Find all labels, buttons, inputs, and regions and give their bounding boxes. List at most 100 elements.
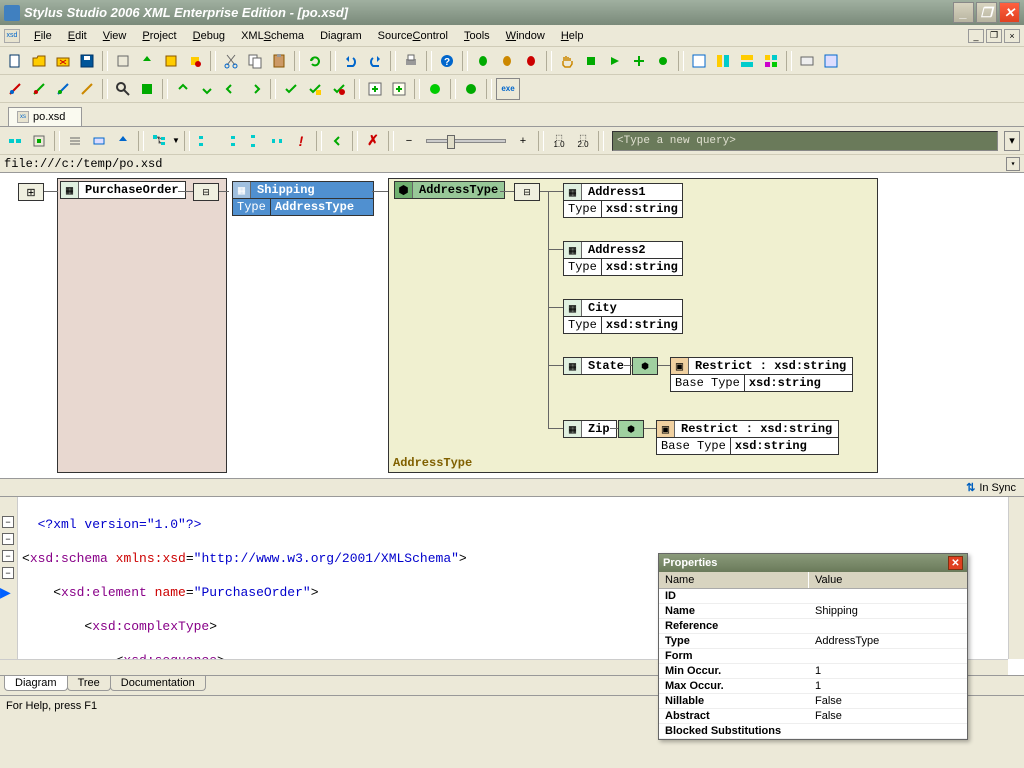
path-dropdown[interactable]: ▾ [1006, 157, 1020, 171]
ct-sequence-compositor[interactable]: ⊟ [514, 183, 540, 201]
fold-minus-icon[interactable]: − [2, 533, 14, 545]
st-f[interactable] [172, 78, 194, 100]
save-button[interactable] [76, 50, 98, 72]
win-f[interactable] [820, 50, 842, 72]
doc-tab-poxsd[interactable]: xs po.xsd [8, 107, 82, 126]
st-e[interactable] [136, 78, 158, 100]
run-a[interactable] [424, 78, 446, 100]
property-row[interactable]: Blocked Substitutions [659, 724, 967, 739]
win-e[interactable] [796, 50, 818, 72]
node-state-restrict[interactable]: ▣Restrict : xsd:string [670, 357, 853, 375]
sc-exclaim[interactable]: ! [290, 130, 312, 152]
win-b[interactable] [712, 50, 734, 72]
win-d[interactable] [760, 50, 782, 72]
menu-debug[interactable]: Debug [185, 28, 233, 44]
zip-type-icon[interactable]: ⬢ [618, 420, 644, 438]
sc-h[interactable] [218, 130, 240, 152]
property-row[interactable]: Min Occur.1 [659, 664, 967, 679]
fold-minus-icon[interactable]: − [2, 550, 14, 562]
menu-help[interactable]: Help [553, 28, 592, 44]
node-address2[interactable]: ▦Address2 [563, 241, 683, 259]
undo-button[interactable] [340, 50, 362, 72]
st-b[interactable] [28, 78, 50, 100]
menu-view[interactable]: View [95, 28, 135, 44]
menu-window[interactable]: Window [498, 28, 553, 44]
node-state[interactable]: ▦State [563, 357, 631, 375]
zoom-in[interactable]: + [512, 130, 534, 152]
sc-f[interactable] [148, 130, 170, 152]
open-button[interactable] [28, 50, 50, 72]
plus-b[interactable] [388, 78, 410, 100]
node-address1[interactable]: ▦Address1 [563, 183, 683, 201]
print-button[interactable] [400, 50, 422, 72]
diagram-area[interactable]: ⊞ ▦ PurchaseOrder ⊟ ▦ Shipping Type Addr… [0, 173, 1024, 479]
zoom-slider[interactable] [426, 139, 506, 143]
mdi-restore[interactable]: ❐ [986, 29, 1002, 43]
property-row[interactable]: TypeAddressType [659, 634, 967, 649]
mdi-close[interactable]: × [1004, 29, 1020, 43]
property-row[interactable]: NillableFalse [659, 694, 967, 709]
tab-tree[interactable]: Tree [67, 676, 111, 691]
sc-g[interactable] [194, 130, 216, 152]
hand-button[interactable] [556, 50, 578, 72]
fold-minus-icon[interactable]: − [2, 516, 14, 528]
redo-button[interactable] [364, 50, 386, 72]
sc-prev[interactable] [326, 130, 348, 152]
sc-c[interactable] [64, 130, 86, 152]
state-type-icon[interactable]: ⬢ [632, 357, 658, 375]
sc-j[interactable] [266, 130, 288, 152]
properties-titlebar[interactable]: Properties ✕ [659, 554, 967, 572]
close-button[interactable]: ✕ [999, 2, 1020, 23]
properties-close-button[interactable]: ✕ [948, 556, 963, 570]
win-a[interactable] [688, 50, 710, 72]
st-c[interactable] [52, 78, 74, 100]
copy-button[interactable] [244, 50, 266, 72]
menu-xmlschema[interactable]: XMLSchema [233, 28, 312, 44]
property-row[interactable]: AbstractFalse [659, 709, 967, 724]
check-b[interactable] [304, 78, 326, 100]
menu-tools[interactable]: Tools [456, 28, 498, 44]
st-a[interactable] [4, 78, 26, 100]
bug3[interactable] [520, 50, 542, 72]
paste-button[interactable] [268, 50, 290, 72]
node-addresstype[interactable]: ⬢ AddressType [394, 181, 505, 199]
check-a[interactable] [280, 78, 302, 100]
st-i[interactable] [244, 78, 266, 100]
root-compositor-icon[interactable]: ⊞ [18, 183, 44, 201]
sc-a[interactable] [4, 130, 26, 152]
menu-diagram[interactable]: Diagram [312, 28, 370, 44]
property-row[interactable]: ID [659, 589, 967, 604]
dbg-a[interactable] [580, 50, 602, 72]
sc-d[interactable] [88, 130, 110, 152]
menu-sourcecontrol[interactable]: SourceControl [370, 28, 456, 44]
find-button[interactable] [112, 78, 134, 100]
query-dropdown[interactable]: ▾ [1004, 131, 1020, 151]
refresh-button[interactable] [304, 50, 326, 72]
dbg-d[interactable] [652, 50, 674, 72]
tb-a[interactable] [112, 50, 134, 72]
exe-button[interactable]: exe [496, 78, 520, 100]
st-g[interactable] [196, 78, 218, 100]
run-b[interactable] [460, 78, 482, 100]
menu-project[interactable]: Project [134, 28, 184, 44]
node-purchaseorder[interactable]: ▦ PurchaseOrder [60, 181, 186, 199]
check-c[interactable] [328, 78, 350, 100]
properties-panel[interactable]: Properties ✕ Name Value IDNameShippingRe… [658, 553, 968, 740]
sc-b[interactable] [28, 130, 50, 152]
sc-i[interactable] [242, 130, 264, 152]
bug2[interactable] [496, 50, 518, 72]
node-shipping[interactable]: ▦ Shipping [232, 181, 374, 199]
node-zip[interactable]: ▦Zip [563, 420, 617, 438]
sc-e[interactable] [112, 130, 134, 152]
tb-b[interactable] [136, 50, 158, 72]
new-button[interactable] [4, 50, 26, 72]
cut-button[interactable] [220, 50, 242, 72]
property-row[interactable]: Form [659, 649, 967, 664]
tab-diagram[interactable]: Diagram [4, 676, 68, 691]
tb-d[interactable] [184, 50, 206, 72]
st-h[interactable] [220, 78, 242, 100]
node-city[interactable]: ▦City [563, 299, 683, 317]
property-row[interactable]: NameShipping [659, 604, 967, 619]
close-doc-button[interactable] [52, 50, 74, 72]
node-zip-restrict[interactable]: ▣Restrict : xsd:string [656, 420, 839, 438]
